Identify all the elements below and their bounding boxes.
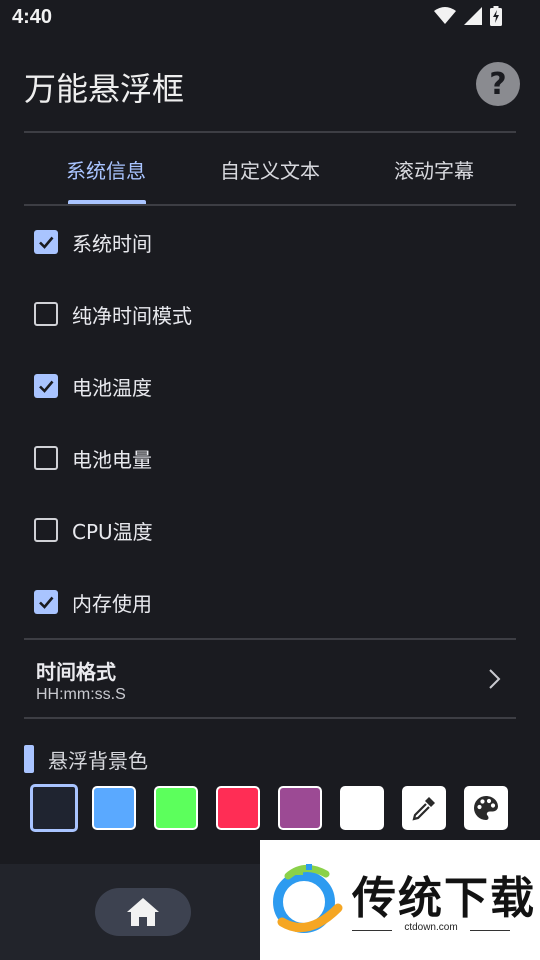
option-cpu-temperature[interactable]: CPU温度: [24, 502, 516, 558]
tab-bar: 系统信息 自定义文本 滚动字幕: [24, 134, 516, 204]
swatch-red[interactable]: [216, 786, 260, 830]
palette-button[interactable]: [464, 786, 508, 830]
swatch-purple[interactable]: [278, 786, 322, 830]
battery-charging-icon: [490, 6, 502, 26]
tab-custom-text[interactable]: 自定义文本: [188, 134, 352, 204]
status-icons: [434, 6, 502, 26]
background-color-header: 悬浮背景色: [24, 744, 148, 774]
header-divider: [24, 131, 516, 133]
option-label: 电池电量: [72, 447, 152, 472]
status-bar: 4:40: [0, 0, 540, 38]
option-label: 电池温度: [72, 375, 152, 400]
palette-icon: [474, 796, 498, 820]
watermark: 传统下载 ctdown.com: [260, 840, 540, 960]
checkbox[interactable]: [34, 518, 58, 542]
brand-logo-icon: [273, 864, 343, 933]
eyedropper-button[interactable]: [402, 786, 446, 830]
home-icon: [127, 898, 159, 926]
status-time: 4:40: [12, 6, 53, 28]
signal-icon: [464, 7, 482, 25]
time-format-value: HH:mm:ss.S: [36, 686, 126, 703]
tab-system-info[interactable]: 系统信息: [24, 134, 188, 204]
chevron-right-icon: [489, 669, 501, 689]
option-memory-usage[interactable]: 内存使用: [24, 574, 516, 630]
check-icon: [39, 380, 54, 393]
watermark-url: ctdown.com: [404, 922, 458, 933]
option-label: 内存使用: [72, 591, 152, 616]
app-title: 万能悬浮框: [24, 70, 185, 108]
swatch-blue[interactable]: [92, 786, 136, 830]
checkbox[interactable]: [34, 446, 58, 470]
help-button[interactable]: ?: [476, 62, 520, 106]
swatch-green[interactable]: [154, 786, 198, 830]
checkbox[interactable]: [34, 374, 58, 398]
time-format-divider: [24, 717, 516, 719]
time-format-title: 时间格式: [36, 660, 116, 684]
time-format-setting[interactable]: 时间格式 HH:mm:ss.S: [24, 640, 516, 718]
check-icon: [39, 596, 54, 609]
checkbox[interactable]: [34, 590, 58, 614]
option-label: 系统时间: [72, 231, 152, 256]
section-title: 悬浮背景色: [48, 748, 148, 773]
watermark-rule: [470, 930, 510, 931]
watermark-brand: 传统下载: [352, 873, 536, 924]
option-system-time[interactable]: 系统时间: [24, 214, 516, 270]
option-pure-time-mode[interactable]: 纯净时间模式: [24, 286, 516, 342]
eyedropper-icon: [412, 797, 435, 821]
checkbox[interactable]: [34, 230, 58, 254]
help-icon: ?: [489, 66, 507, 102]
tab-scrolling-caption[interactable]: 滚动字幕: [352, 134, 516, 204]
color-swatches: [30, 784, 510, 834]
option-label: 纯净时间模式: [72, 303, 192, 328]
option-battery-temperature[interactable]: 电池温度: [24, 358, 516, 414]
check-icon: [39, 236, 54, 249]
checkbox[interactable]: [34, 302, 58, 326]
option-battery-level[interactable]: 电池电量: [24, 430, 516, 486]
swatch-white[interactable]: [340, 786, 384, 830]
section-marker: [24, 745, 34, 773]
home-button[interactable]: [95, 888, 191, 936]
option-label: CPU温度: [72, 519, 153, 544]
swatch-dark[interactable]: [30, 784, 78, 832]
tabs-divider: [24, 204, 516, 206]
wifi-icon: [434, 7, 456, 24]
